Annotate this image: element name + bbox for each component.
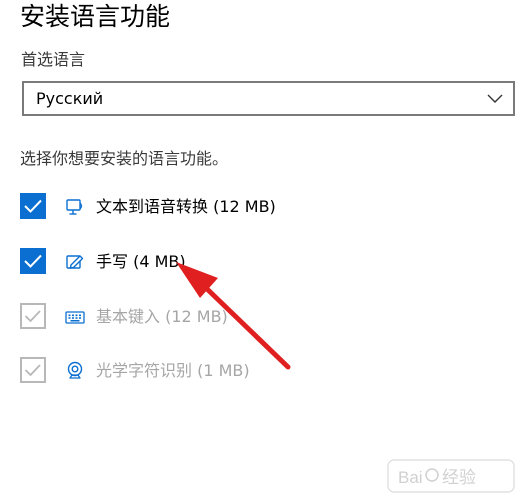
language-features-page: 安装语言功能 首选语言 Русский 选择你想要安装的语言功能。 文本到语音转… bbox=[0, 0, 522, 500]
dropdown-selected-value: Русский bbox=[36, 89, 104, 108]
checkmark-icon bbox=[24, 364, 41, 377]
feature-ocr: 光学字符识别 (1 MB) bbox=[20, 357, 500, 385]
keyboard-icon bbox=[65, 311, 85, 324]
ocr-checkbox bbox=[20, 357, 46, 383]
baidu-watermark-logo: Bai 经验 bbox=[387, 459, 515, 493]
feature-label: 手写 (4 MB) bbox=[96, 252, 186, 271]
text-to-speech-icon bbox=[66, 199, 83, 215]
handwriting-pen-icon bbox=[66, 255, 84, 269]
checkmark-icon bbox=[24, 254, 42, 268]
feature-label: 基本键入 (12 MB) bbox=[96, 307, 228, 326]
feature-label: 光学字符识别 (1 MB) bbox=[96, 361, 250, 380]
checkmark-icon bbox=[24, 199, 42, 213]
feature-basic-typing: 基本键入 (12 MB) bbox=[20, 303, 500, 331]
webcam-ocr-icon bbox=[67, 361, 83, 379]
checkmark-icon bbox=[24, 310, 41, 323]
preferred-language-label: 首选语言 bbox=[21, 50, 86, 69]
svg-text:Bai: Bai bbox=[398, 468, 423, 487]
feature-handwriting: 手写 (4 MB) bbox=[20, 248, 500, 276]
svg-text:经验: 经验 bbox=[442, 468, 476, 487]
feature-text-to-speech: 文本到语音转换 (12 MB) bbox=[20, 193, 500, 221]
instruction-text: 选择你想要安装的语言功能。 bbox=[20, 149, 229, 168]
page-title: 安装语言功能 bbox=[20, 2, 171, 31]
feature-label: 文本到语音转换 (12 MB) bbox=[96, 197, 276, 216]
text-to-speech-checkbox[interactable] bbox=[20, 193, 46, 219]
chevron-down-icon bbox=[487, 94, 503, 103]
handwriting-checkbox[interactable] bbox=[20, 248, 46, 274]
basic-typing-checkbox bbox=[20, 303, 46, 329]
preferred-language-dropdown[interactable]: Русский bbox=[22, 81, 515, 116]
